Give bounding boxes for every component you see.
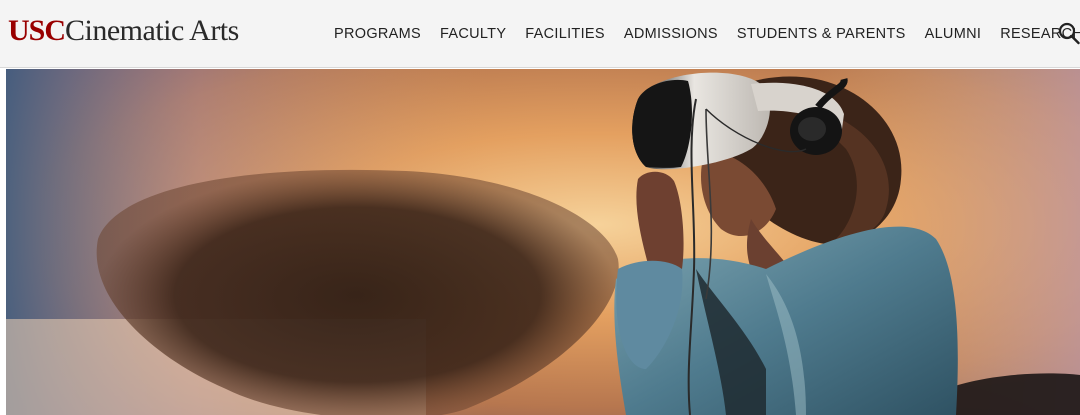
nav-programs[interactable]: PROGRAMS [334, 26, 421, 42]
main-nav: PROGRAMS FACULTY FACILITIES ADMISSIONS S… [334, 0, 1080, 68]
logo-cinematic-arts: Cinematic Arts [65, 14, 239, 47]
site-header: USC Cinematic Arts PROGRAMS FACULTY FACI… [0, 0, 1080, 68]
search-icon[interactable] [1058, 21, 1080, 45]
vr-headset-image [6, 69, 1080, 415]
nav-students-parents[interactable]: STUDENTS & PARENTS [737, 26, 906, 42]
nav-faculty[interactable]: FACULTY [440, 26, 506, 42]
site-logo[interactable]: USC Cinematic Arts [8, 14, 239, 54]
nav-alumni[interactable]: ALUMNI [925, 26, 982, 42]
nav-facilities[interactable]: FACILITIES [525, 26, 605, 42]
nav-admissions[interactable]: ADMISSIONS [624, 26, 718, 42]
logo-usc: USC [8, 14, 66, 47]
hero-image [6, 69, 1080, 415]
